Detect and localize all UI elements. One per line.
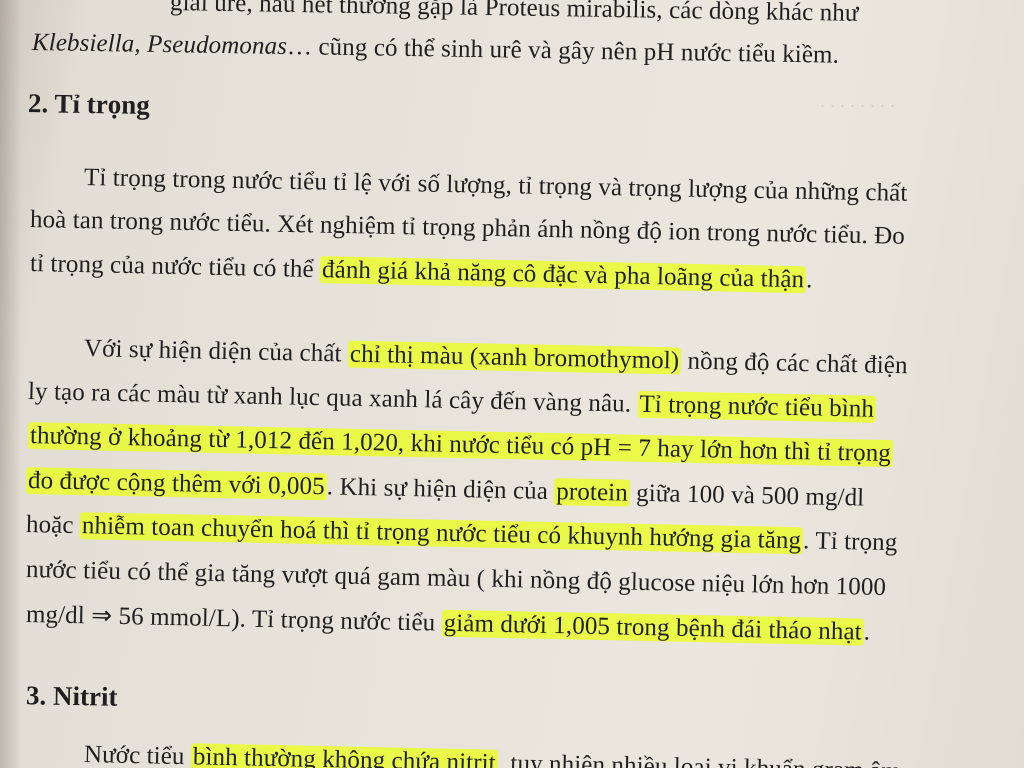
p1-line-3: tỉ trọng của nước tiểu có thể đánh giá k… [30, 249, 813, 295]
p3-line-1: Nước tiểu bình thường không chứa nitrit,… [84, 740, 901, 768]
bleed-through-text: . . . . . . . . [820, 90, 895, 112]
p3-line-1-end: , tuy nhiên nhiều loại vi khuẩn gram âm [497, 749, 902, 768]
p2-line-1: Với sự hiện diện của chất chỉ thị màu (x… [84, 334, 908, 381]
p2-line-3: thường ở khoảng từ 1,012 đến 1,020, khi … [27, 421, 894, 469]
highlight-protein: protein [554, 478, 631, 507]
p2-line-5: hoặc nhiễm toan chuyển hoá thì tỉ trọng … [26, 510, 898, 558]
intro-line-2-rest: … cũng có thể sinh urê và gây nên pH nướ… [286, 33, 840, 69]
page-edge-shadow [0, 0, 22, 768]
intro-line-2: Klebsiella, Pseudomonas… cũng có thể sin… [32, 28, 839, 71]
highlight-sg-range: thường ở khoảng từ 1,012 đến 1,020, khi … [27, 422, 894, 468]
p1-line-3-end: . [805, 266, 813, 294]
p2-line-7-text: mg/dl ⇒ 56 mmol/L). Tỉ trọng nước tiểu [25, 601, 442, 637]
p2-line-4-text: . Khi sự hiện diện của [326, 473, 555, 506]
intro-line-1: giải urê, hầu hết thường gặp là Proteus … [169, 0, 859, 27]
p2-line-4: đo được cộng thêm với 0,005. Khi sự hiện… [25, 466, 865, 514]
highlight-kidney-function: đánh giá khả năng cô đặc và pha loãng củ… [319, 256, 807, 294]
book-page: . . . . . . . . giải urê, hầu hết thường… [0, 0, 1024, 768]
p2-line-1-end: nồng độ các chất điện [680, 347, 908, 380]
highlight-diabetes-insipidus: giảm dưới 1,005 trong bệnh đái tháo nhạt [441, 609, 865, 646]
p2-line-5-text: hoặc [25, 511, 81, 540]
highlight-acidosis: nhiễm toan chuyển hoá thì tỉ trọng nước … [79, 512, 804, 555]
p2-line-5-end: . Tỉ trọng [802, 527, 898, 557]
p3-line-1-text: Nước tiểu [83, 741, 192, 768]
p2-line-7: mg/dl ⇒ 56 mmol/L). Tỉ trọng nước tiểu g… [26, 600, 871, 648]
p1-line-1: Tỉ trọng trong nước tiểu tỉ lệ với số lư… [83, 164, 908, 207]
highlight-no-nitrite: bình thường không chứa nitrit [190, 743, 499, 768]
p1-line-2: hoà tan trong nước tiểu. Xét nghiệm tỉ t… [29, 206, 906, 250]
species-names: Klebsiella, Pseudomonas [31, 29, 288, 61]
highlight-normal-sg: Tỉ trọng nước tiểu bình [637, 390, 877, 423]
section-heading-ti-trong: 2. Tỉ trọng [27, 88, 151, 120]
p2-line-6: nước tiểu có thể gia tăng vượt quá gam m… [25, 556, 887, 602]
highlight-indicator: chỉ thị màu (xanh bromothymol) [347, 340, 682, 375]
p2-line-1-text: Với sự hiện diện của chất [83, 335, 349, 368]
p1-line-3-text: tỉ trọng của nước tiểu có thể [29, 250, 321, 284]
p2-line-2-text: ly tạo ra các màu từ xanh lục qua xanh l… [27, 378, 638, 418]
p2-line-2: ly tạo ra các màu từ xanh lục qua xanh l… [28, 377, 877, 425]
highlight-ph-correction: đo được cộng thêm với 0,005 [25, 467, 328, 501]
p2-line-7-end: . [863, 618, 871, 646]
section-heading-nitrit: 3. Nitrit [25, 680, 118, 712]
p2-line-4-end: giữa 100 và 500 mg/dl [629, 479, 865, 512]
